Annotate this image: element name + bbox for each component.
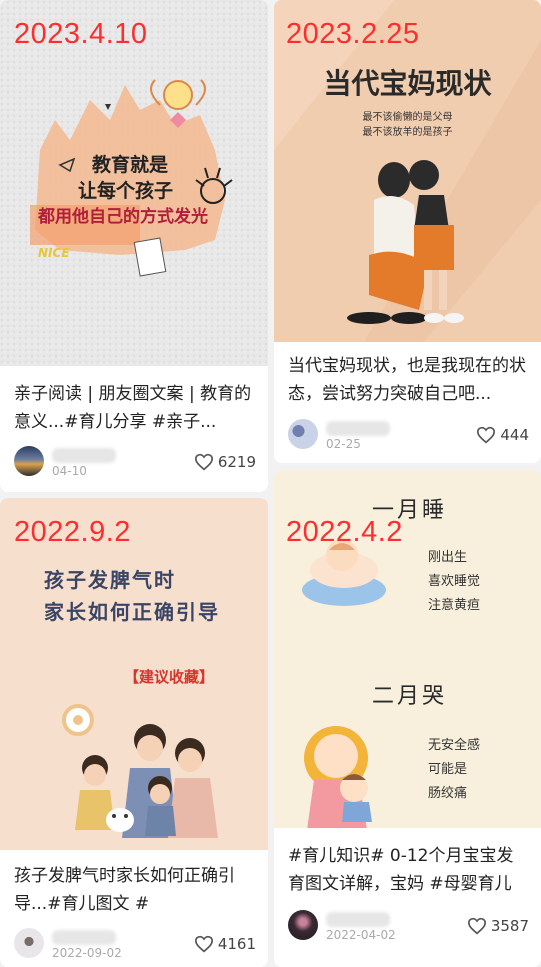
date-stamp: 2023.4.10: [14, 18, 148, 50]
poster-sub-2: 最不该放羊的是孩子: [362, 127, 453, 138]
author-name-blurred[interactable]: [326, 421, 390, 436]
avatar[interactable]: [288, 419, 318, 449]
poster-item-b1: 无安全感: [428, 738, 481, 753]
poster-sub-1: 最不该偷懒的是父母: [362, 112, 453, 123]
date-stamp: 2023.2.25: [286, 18, 420, 50]
like-count: 3587: [490, 917, 529, 935]
like-button[interactable]: 444: [476, 426, 529, 444]
heart-icon: [477, 426, 496, 444]
author-name-blurred[interactable]: [52, 448, 116, 463]
feed-card-4[interactable]: 一月睡 刚出生 喜欢睡觉 注意黄疸 二月哭 无安全感 可能是 肠绞痛 2022.…: [274, 470, 541, 967]
card-image[interactable]: 教育就是 让每个孩子 都用他自己的方式发光 NICE: [0, 0, 268, 366]
card-title[interactable]: 孩子发脾气时家长如何正确引导...#育儿图文 #: [14, 862, 256, 918]
card-image[interactable]: 当代宝妈现状 最不该偷懒的是父母 最不该放羊的是孩子: [274, 0, 541, 342]
card-meta: 04-10 6219: [14, 446, 256, 480]
card-title[interactable]: 当代宝妈现状，也是我现在的状态，尝试努力突破自己吧...: [288, 352, 529, 408]
poster-item-a3: 注意黄疸: [428, 598, 481, 613]
date-stamp: 2022.4.2: [286, 516, 403, 548]
post-date: 04-10: [52, 464, 87, 478]
heart-icon: [194, 453, 213, 471]
like-count: 6219: [217, 453, 256, 471]
poster-heading-2: 二月哭: [372, 684, 448, 709]
poster-item-b3: 肠绞痛: [428, 786, 468, 801]
post-date: 02-25: [326, 437, 361, 451]
card-meta: 2022-04-02 3587: [288, 910, 529, 944]
heart-icon: [194, 935, 213, 953]
avatar[interactable]: [288, 910, 318, 940]
post-date: 2022-04-02: [326, 928, 396, 942]
avatar[interactable]: [14, 446, 44, 476]
author-name-blurred[interactable]: [326, 912, 390, 927]
poster-heading: 当代宝妈现状: [323, 67, 492, 100]
poster-illustration: [274, 0, 541, 342]
poster-line-1: 孩子发脾气时: [44, 568, 176, 592]
like-count: 4161: [217, 935, 256, 953]
author-name-blurred[interactable]: [52, 930, 116, 945]
card-title[interactable]: 亲子阅读 | 朋友圈文案 | 教育的意义...#育儿分享 #亲子...: [14, 380, 256, 436]
feed-card-1[interactable]: 教育就是 让每个孩子 都用他自己的方式发光 NICE 2023.4.10 亲子阅…: [0, 0, 268, 492]
avatar[interactable]: [14, 928, 44, 958]
like-button[interactable]: 3587: [467, 917, 529, 935]
like-button[interactable]: 4161: [194, 935, 256, 953]
card-title[interactable]: #育儿知识# 0-12个月宝宝发育图文详解，宝妈 #母婴育儿: [288, 842, 529, 898]
date-stamp: 2022.9.2: [14, 516, 131, 548]
poster-item-b2: 可能是: [428, 762, 468, 777]
card-meta: 02-25 444: [288, 419, 529, 453]
card-meta: 2022-09-02 4161: [14, 928, 256, 962]
like-button[interactable]: 6219: [194, 453, 256, 471]
post-date: 2022-09-02: [52, 946, 122, 960]
poster-line-2: 让每个孩子: [78, 180, 174, 202]
like-count: 444: [500, 426, 529, 444]
poster-item-a1: 刚出生: [428, 550, 468, 565]
poster-badge: 【建议收藏】: [124, 668, 215, 686]
poster-line-1: 教育就是: [92, 154, 169, 176]
poster-item-a2: 喜欢睡觉: [428, 574, 481, 589]
poster-line-3: 都用他自己的方式发光: [38, 207, 208, 227]
heart-icon: [467, 917, 486, 935]
feed-card-3[interactable]: 孩子发脾气时 家长如何正确引导 【建议收藏】 2022.9.2 孩子发脾气时家长…: [0, 498, 268, 967]
poster-tag: NICE: [38, 246, 70, 260]
poster-line-2: 家长如何正确引导: [44, 600, 220, 624]
card-image[interactable]: 孩子发脾气时 家长如何正确引导 【建议收藏】: [0, 498, 268, 850]
feed-card-2[interactable]: 当代宝妈现状 最不该偷懒的是父母 最不该放羊的是孩子 2023.2.25 当代宝…: [274, 0, 541, 463]
